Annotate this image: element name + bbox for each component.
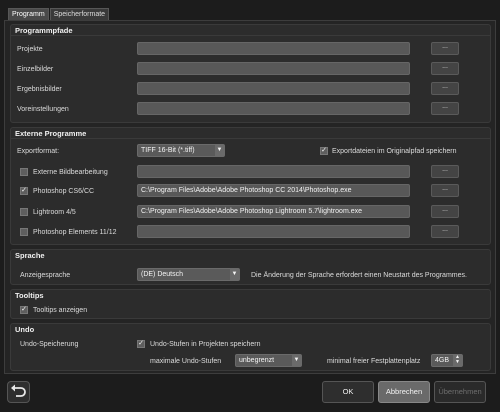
exportformat-label: Exportformat: [17,148,60,155]
voreinstellungen-label: Voreinstellungen [17,106,69,113]
section-tooltips: Tooltips ✓ Tooltips anzeigen [10,289,491,319]
tab-bar: Programm Speicherformate [8,8,110,20]
language-restart-note: Die Änderung der Sprache erfordert einen… [251,272,467,279]
tooltips-checkbox[interactable]: ✓ [20,306,28,314]
export-original-path-label: Exportdateien im Originalpfad speichern [332,148,457,155]
einzelbilder-browse-button[interactable]: ... [431,62,459,75]
projekte-path-field[interactable] [137,42,410,55]
language-value: (DE) Deutsch [141,271,184,278]
chevron-down-icon: ▼ [292,355,301,366]
externe-bildbearbeitung-path-field[interactable] [137,165,410,178]
min-free-space-spinner[interactable]: 4GB ▲ ▼ [431,354,463,367]
einzelbilder-path-field[interactable] [137,62,410,75]
section-divider [11,138,490,139]
ergebnisbilder-path-field[interactable] [137,82,410,95]
chevron-down-icon: ▼ [215,145,224,156]
tab-speicherformate[interactable]: Speicherformate [49,8,110,20]
spinner-arrows-icon: ▲ ▼ [453,355,462,366]
projekte-label: Projekte [17,46,43,53]
undo-save-checkbox[interactable]: ✓ [137,340,145,348]
photoshop-browse-button[interactable]: ... [431,184,459,197]
section-divider [11,35,490,36]
cancel-button[interactable]: Abbrechen [378,381,430,403]
section-sprache: Sprache Anzeigesprache (DE) Deutsch ▼ Di… [10,249,491,285]
max-undo-label: maximale Undo-Stufen [150,358,222,365]
reset-button[interactable] [7,381,30,403]
section-title: Tooltips [15,291,44,300]
externe-bildbearbeitung-checkbox[interactable] [20,168,28,176]
anzeigesprache-label: Anzeigesprache [20,272,71,279]
voreinstellungen-browse-button[interactable]: ... [431,102,459,115]
language-dropdown[interactable]: (DE) Deutsch ▼ [137,268,240,281]
externe-bildbearbeitung-label: Externe Bildbearbeitung [33,169,108,176]
photoshop-path-field[interactable]: C:\Program Files\Adobe\Adobe Photoshop C… [137,184,410,197]
apply-button[interactable]: Übernehmen [434,381,486,403]
section-externe-programme: Externe Programme Exportformat: TIFF 16-… [10,127,491,245]
photoshop-elements-path-field[interactable] [137,225,410,238]
undo-save-label: Undo-Stufen in Projekten speichern [150,341,261,348]
tooltips-label: Tooltips anzeigen [33,307,88,314]
exportformat-value: TIFF 16-Bit (*.tiff) [141,147,195,154]
lightroom-path-field[interactable]: C:\Program Files\Adobe\Adobe Photoshop L… [137,205,410,218]
ergebnisbilder-label: Ergebnisbilder [17,86,62,93]
projekte-browse-button[interactable]: ... [431,42,459,55]
chevron-down-icon: ▼ [230,269,239,280]
section-title: Undo [15,325,35,334]
photoshop-elements-label: Photoshop Elements 11/12 [33,229,117,236]
undo-speicherung-label: Undo-Speicherung [20,341,79,348]
min-free-space-value: 4GB [435,357,450,364]
photoshop-elements-checkbox[interactable] [20,228,28,236]
lightroom-label: Lightroom 4/5 [33,209,76,216]
section-title: Programmpfade [15,26,73,35]
lightroom-browse-button[interactable]: ... [431,205,459,218]
exportformat-dropdown[interactable]: TIFF 16-Bit (*.tiff) ▼ [137,144,225,157]
lightroom-checkbox[interactable] [20,208,28,216]
tab-programm[interactable]: Programm [8,8,49,20]
section-title: Externe Programme [15,129,87,138]
max-undo-value: unbegrenzt [239,357,275,364]
undo-arrow-icon [11,384,26,397]
section-title: Sprache [15,251,45,260]
min-free-space-label: minimal freier Festplattenplatz [327,358,421,365]
photoshop-elements-browse-button[interactable]: ... [431,225,459,238]
voreinstellungen-path-field[interactable] [137,102,410,115]
einzelbilder-label: Einzelbilder [17,66,54,73]
ok-button[interactable]: OK [322,381,374,403]
externe-bildbearbeitung-browse-button[interactable]: ... [431,165,459,178]
max-undo-dropdown[interactable]: unbegrenzt ▼ [235,354,302,367]
section-programmpfade: Programmpfade Projekte ... Einzelbilder … [10,24,491,123]
photoshop-checkbox[interactable]: ✓ [20,187,28,195]
ergebnisbilder-browse-button[interactable]: ... [431,82,459,95]
settings-panel: Programmpfade Projekte ... Einzelbilder … [4,20,496,374]
export-original-path-checkbox[interactable]: ✓ [320,147,328,155]
section-undo: Undo Undo-Speicherung ✓ Undo-Stufen in P… [10,323,491,371]
photoshop-label: Photoshop CS6/CC [33,188,95,195]
